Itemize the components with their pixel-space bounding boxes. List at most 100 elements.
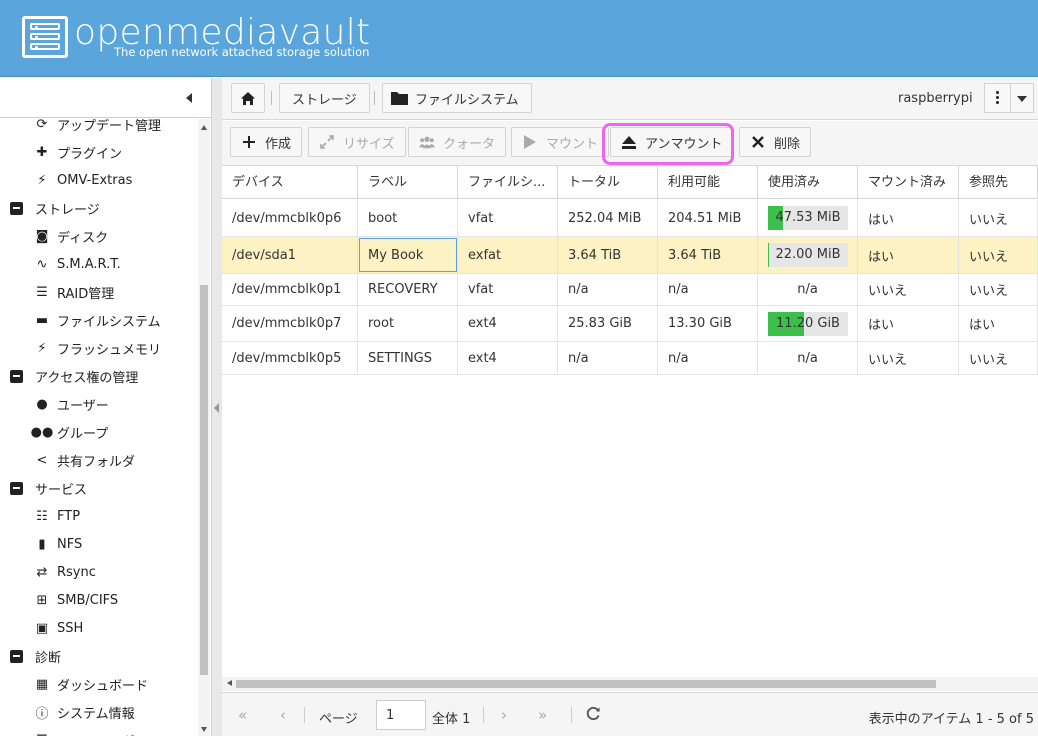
- usage-progress-text: 22.00 MiB: [775, 247, 841, 262]
- column-header[interactable]: マウント済み: [858, 166, 959, 198]
- scroll-down-icon[interactable]: [201, 727, 207, 732]
- close-icon: [750, 136, 766, 148]
- column-header[interactable]: 利用可能: [658, 166, 758, 198]
- refresh-icon[interactable]: [586, 706, 601, 725]
- table-row[interactable]: /dev/mmcblk0p5 SETTINGS ext4 n/a n/a n/a いいえ いい…: [222, 342, 1038, 375]
- resize-button[interactable]: リサイズ: [308, 127, 406, 157]
- sidebar-item[interactable]: ⚡ OMV-Extras: [0, 166, 198, 194]
- sidebar-item[interactable]: ストレージ: [0, 194, 198, 222]
- more-vertical-icon[interactable]: [996, 91, 1000, 106]
- scrollbar-thumb[interactable]: [200, 285, 208, 675]
- update-icon: ⟳: [36, 119, 48, 132]
- table-row[interactable]: /dev/sda1 My Book exfat 3.64 TiB 3.64 TiB 22.…: [222, 237, 1038, 274]
- sidebar-item[interactable]: ∿ S.M.A.R.T.: [0, 250, 198, 278]
- column-header[interactable]: 使用済み: [758, 166, 858, 198]
- delete-label: 削除: [774, 136, 801, 152]
- collapse-minus-icon[interactable]: [10, 649, 23, 663]
- table-cell-mounted: はい: [858, 200, 959, 236]
- sidebar-item[interactable]: ▦ ダッシュボード: [0, 670, 198, 698]
- table-cell-available: n/a: [658, 274, 758, 305]
- breadcrumb-separator: [271, 91, 272, 105]
- sidebar-item[interactable]: ▮ NFS: [0, 530, 198, 558]
- pager: « ‹ ページ 全体 1 › » 表示中のアイテム 1 - 5 of 5: [222, 692, 1038, 736]
- usage-progress-text: 11.20 GiB: [776, 315, 840, 331]
- folder-icon: [391, 92, 408, 105]
- table-row[interactable]: /dev/mmcblk0p7 root ext4 25.83 GiB 13.30 GiB…: [222, 306, 1038, 342]
- network-drive-icon: ▮: [38, 536, 46, 552]
- sidebar-item[interactable]: ☰ システムログ: [0, 726, 198, 736]
- table-cell-referenced: いいえ: [959, 342, 1038, 374]
- collapse-minus-icon[interactable]: [10, 369, 23, 383]
- column-header[interactable]: デバイス: [222, 166, 358, 198]
- sidebar-item[interactable]: サービス: [0, 474, 198, 502]
- last-page-icon[interactable]: »: [538, 706, 547, 724]
- collapse-minus-icon[interactable]: [10, 481, 23, 495]
- filesystems-table: デバイス ラベル ファイルシ... トータル 利用可能 使用済み マウント済み 参照先 /de…: [222, 165, 1038, 677]
- table-cell-mounted: はい: [858, 237, 959, 273]
- collapse-minus-icon[interactable]: [10, 201, 23, 215]
- create-button[interactable]: 作成: [230, 127, 303, 157]
- splitter-collapse-icon[interactable]: [214, 403, 219, 413]
- sidebar-item[interactable]: ☷ FTP: [0, 502, 198, 530]
- sidebar-item[interactable]: ⚡ フラッシュメモリ: [0, 334, 198, 362]
- sidebar-item[interactable]: < 共有フォルダ: [0, 446, 198, 474]
- sidebar-item[interactable]: ▬ ファイルシステム: [0, 306, 198, 334]
- sidebar-item[interactable]: ▣ SSH: [0, 614, 198, 642]
- table-cell-label: RECOVERY: [358, 274, 458, 305]
- sidebar-item[interactable]: ● ユーザー: [0, 390, 198, 418]
- pager-separator: [304, 707, 305, 723]
- delete-button[interactable]: 削除: [739, 127, 812, 157]
- plus-icon: [241, 136, 257, 148]
- sidebar-item[interactable]: アクセス権の管理: [0, 362, 198, 390]
- sidebar-item[interactable]: ⇄ Rsync: [0, 558, 198, 586]
- sidebar-item[interactable]: ●● グループ: [0, 418, 198, 446]
- table-cell-fs: vfat: [458, 274, 558, 305]
- table-row[interactable]: /dev/mmcblk0p6 boot vfat 252.04 MiB 204.51 M…: [222, 200, 1038, 237]
- sidebar-item[interactable]: ⟳ アップデート管理: [0, 119, 198, 138]
- column-header[interactable]: トータル: [558, 166, 658, 198]
- database-icon: ☰: [36, 284, 48, 300]
- next-page-icon[interactable]: ›: [501, 706, 507, 724]
- sidebar-item[interactable]: ⊞ SMB/CIFS: [0, 586, 198, 614]
- sidebar-item-label: アクセス権の管理: [35, 370, 139, 386]
- table-horizontal-scrollbar[interactable]: [222, 677, 1038, 691]
- quota-button[interactable]: クォータ: [408, 127, 507, 157]
- sidebar-item[interactable]: 診断: [0, 642, 198, 670]
- column-header[interactable]: ラベル: [358, 166, 458, 198]
- sidebar-item-label: ストレージ: [35, 202, 100, 218]
- scroll-up-icon[interactable]: [201, 125, 207, 130]
- breadcrumb-filesystems[interactable]: ファイルシステム: [382, 83, 532, 113]
- app-subtitle: The open network attached storage soluti…: [114, 45, 370, 59]
- user-menu-button[interactable]: [984, 83, 1034, 113]
- column-header[interactable]: 参照先: [959, 166, 1038, 198]
- chevron-down-icon[interactable]: [1017, 96, 1027, 102]
- table-cell-total: 25.83 GiB: [558, 306, 658, 341]
- table-cell-mounted: いいえ: [858, 342, 959, 374]
- table-cell-device: /dev/mmcblk0p7: [222, 306, 358, 341]
- play-icon: [522, 135, 538, 149]
- table-row[interactable]: /dev/mmcblk0p1 RECOVERY vfat n/a n/a n/a いいえ いい…: [222, 274, 1038, 306]
- sidebar-item[interactable]: ☰ RAID管理: [0, 278, 198, 306]
- sidebar-splitter[interactable]: [212, 78, 222, 736]
- sidebar-item-label: システム情報: [57, 706, 135, 722]
- breadcrumb-storage[interactable]: ストレージ: [279, 83, 370, 113]
- collapse-sidebar-icon[interactable]: [186, 93, 192, 103]
- table-cell-fs: exfat: [458, 237, 558, 273]
- scroll-left-icon[interactable]: [227, 680, 232, 686]
- sidebar-item[interactable]: ⓘ システム情報: [0, 698, 198, 726]
- prev-page-icon[interactable]: ‹: [280, 706, 286, 724]
- first-page-icon[interactable]: «: [238, 706, 247, 724]
- mount-button[interactable]: マウント: [511, 127, 610, 157]
- sidebar-item[interactable]: ◙ ディスク: [0, 222, 198, 250]
- scrollbar-thumb[interactable]: [236, 680, 936, 688]
- sidebar-item[interactable]: ✚ プラグイン: [0, 138, 198, 166]
- sidebar-scrollbar[interactable]: [198, 119, 210, 736]
- home-button[interactable]: [231, 83, 265, 113]
- omv-logo-icon: [22, 16, 68, 58]
- table-cell-used: 22.00 MiB: [758, 237, 858, 273]
- pulse-icon: ∿: [36, 256, 48, 272]
- column-header[interactable]: ファイルシ...: [458, 166, 558, 198]
- table-cell-device: /dev/mmcblk0p1: [222, 274, 358, 305]
- page-number-input[interactable]: [376, 700, 426, 730]
- table-cell-available: 204.51 MiB: [658, 200, 758, 236]
